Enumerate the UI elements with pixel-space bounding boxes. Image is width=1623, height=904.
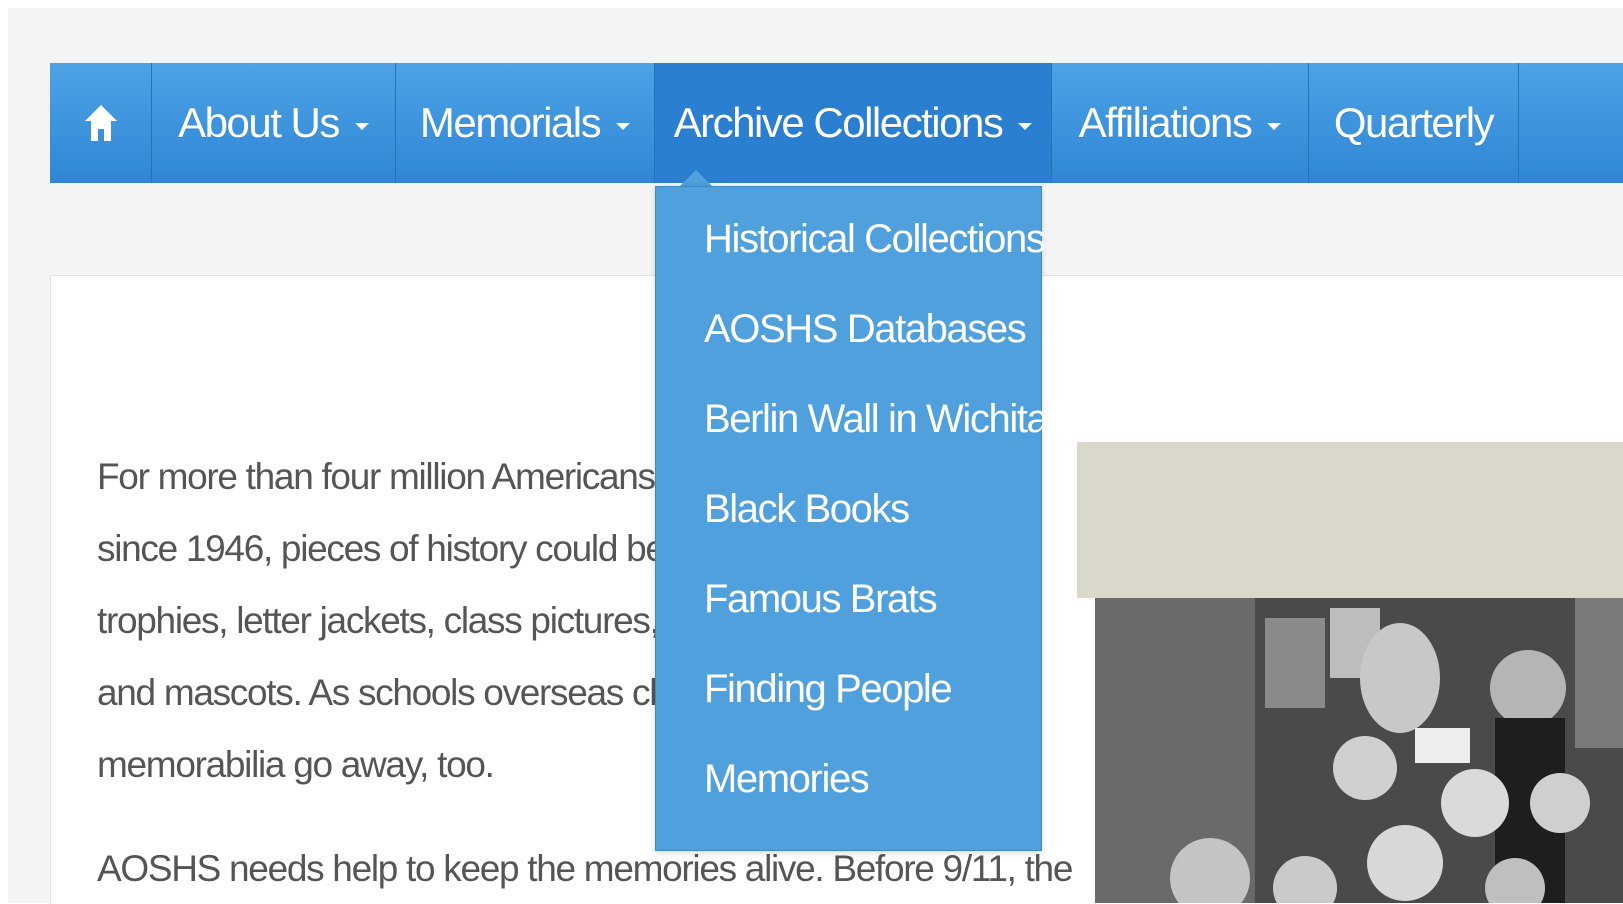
dropdown-item-historical-collections[interactable]: Historical Collections: [704, 217, 1046, 262]
main-navbar: About Us Memorials Archive Collections A…: [50, 63, 1623, 183]
paragraph-line: AOSHS needs help to keep the memories al…: [97, 848, 1073, 889]
class-photo-graphic: [1095, 598, 1623, 903]
caret-down-icon: [354, 122, 369, 130]
dropdown-item-black-books[interactable]: Black Books: [704, 487, 910, 532]
paragraph-line: since 1946, pieces of history could be g…: [97, 528, 713, 569]
nav-memorials[interactable]: Memorials: [396, 63, 655, 183]
nav-archive-collections-label: Archive Collections: [673, 99, 1004, 146]
nav-about-us-label: About Us: [178, 99, 340, 146]
dropdown-pointer: [680, 170, 712, 186]
archive-collections-dropdown: Historical Collections AOSHS Databases B…: [655, 186, 1049, 851]
caret-down-icon: [1018, 122, 1033, 130]
caret-down-icon: [1267, 122, 1282, 130]
nav-quarterly[interactable]: Quarterly: [1309, 63, 1519, 183]
nav-about-us[interactable]: About Us: [152, 63, 396, 183]
dropdown-item-memories[interactable]: Memories: [704, 757, 870, 802]
nav-home[interactable]: [50, 63, 152, 183]
dropdown-item-finding-people[interactable]: Finding People: [704, 667, 953, 712]
nav-quarterly-label: Quarterly: [1333, 99, 1495, 146]
paragraph-line: trophies, letter jackets, class pictures…: [97, 600, 704, 641]
dropdown-item-aoshs-databases[interactable]: AOSHS Databases: [704, 307, 1027, 352]
paragraph-line: and mascots. As schools overseas closed: [97, 672, 732, 713]
photo-caption-area: [1077, 442, 1623, 598]
nav-archive-collections[interactable]: Archive Collections: [655, 63, 1052, 183]
caret-down-icon: [616, 122, 631, 130]
dropdown-item-famous-brats[interactable]: Famous Brats: [704, 577, 938, 622]
nav-affiliations-label: Affiliations: [1078, 99, 1253, 146]
paragraph-line: For more than four million Americans wh: [97, 456, 710, 497]
class-photo-image: [1095, 598, 1623, 903]
nav-memorials-label: Memorials: [419, 99, 602, 146]
nav-affiliations[interactable]: Affiliations: [1052, 63, 1309, 183]
dropdown-item-berlin-wall-in-wichita[interactable]: Berlin Wall in Wichita: [704, 397, 1049, 442]
home-icon: [84, 105, 117, 141]
paragraph-line: memorabilia go away, too.: [97, 744, 495, 785]
